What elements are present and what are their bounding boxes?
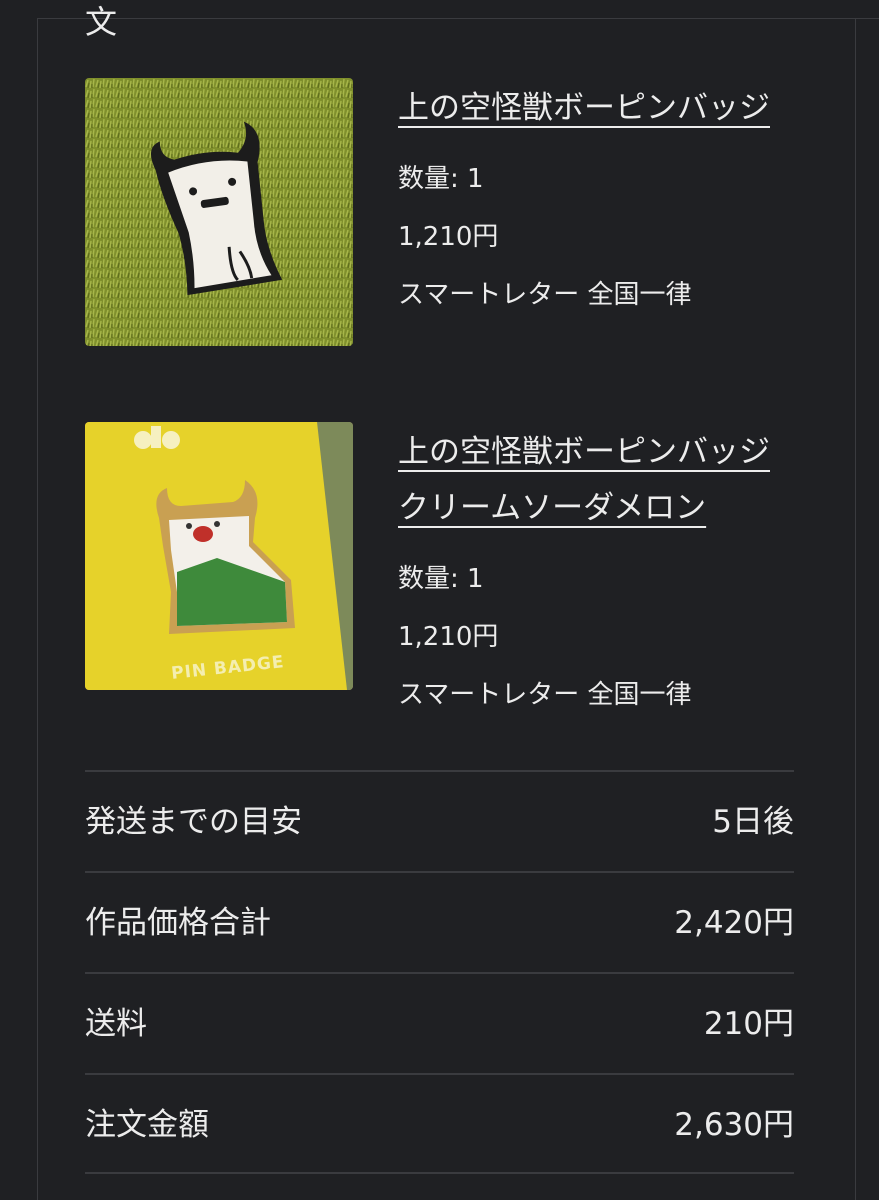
item-price: 1,210円: [398, 622, 499, 652]
item-info: 上の空怪獣ボーピンバッジ 数量: 1 1,210円 スマートレター 全国一律: [398, 78, 798, 324]
summary-value: 210円: [703, 1006, 794, 1042]
summary-row-shipping-fee: 送料 210円: [85, 972, 794, 1073]
item-quantity: 数量: 1: [398, 164, 484, 194]
summary-label: 作品価格合計: [85, 905, 271, 941]
pin-badge-photo: [85, 78, 353, 346]
order-item: 上の空怪獣ボーピンバッジ 数量: 1 1,210円 スマートレター 全国一律: [85, 78, 795, 348]
item-info: 上の空怪獣ボーピンバッジクリームソーダメロン 数量: 1 1,210円 スマート…: [398, 422, 798, 724]
item-title-link[interactable]: 上の空怪獣ボーピンバッジクリームソーダメロン: [398, 424, 798, 536]
summary-row-item-total: 作品価格合計 2,420円: [85, 871, 794, 972]
order-item: PIN BADGE 上の空怪獣ボーピンバッジクリームソーダメロン 数量: 1 1…: [85, 422, 795, 710]
panel-right-border: [855, 18, 856, 1200]
item-image[interactable]: PIN BADGE: [85, 422, 353, 690]
item-shipping-method: スマートレター 全国一律: [398, 680, 692, 710]
order-summary: 発送までの目安 5日後 作品価格合計 2,420円 送料 210円 注文金額 2…: [85, 770, 794, 1174]
item-image[interactable]: [85, 78, 353, 346]
item-title-link[interactable]: 上の空怪獣ボーピンバッジ: [398, 80, 798, 136]
summary-label: 注文金額: [85, 1107, 209, 1143]
item-quantity: 数量: 1: [398, 564, 484, 594]
summary-value: 2,420円: [674, 905, 794, 941]
item-shipping-method: スマートレター 全国一律: [398, 280, 692, 310]
summary-row-order-total: 注文金額 2,630円: [85, 1073, 794, 1174]
summary-label: 送料: [85, 1006, 147, 1042]
summary-value: 5日後: [712, 804, 794, 840]
pin-badge-card-photo: [85, 422, 353, 690]
summary-label: 発送までの目安: [85, 804, 302, 840]
order-detail-page: 文 上の空怪獣ボーピンバッジ 数量: 1 1,210円 スマートレター 全国一律…: [0, 0, 879, 1200]
summary-row-ship-estimate: 発送までの目安 5日後: [85, 770, 794, 871]
item-price: 1,210円: [398, 222, 499, 252]
panel-top-border: [37, 18, 879, 19]
panel-left-border: [37, 18, 38, 1200]
section-title: 文: [85, 3, 118, 41]
summary-value: 2,630円: [674, 1107, 794, 1143]
